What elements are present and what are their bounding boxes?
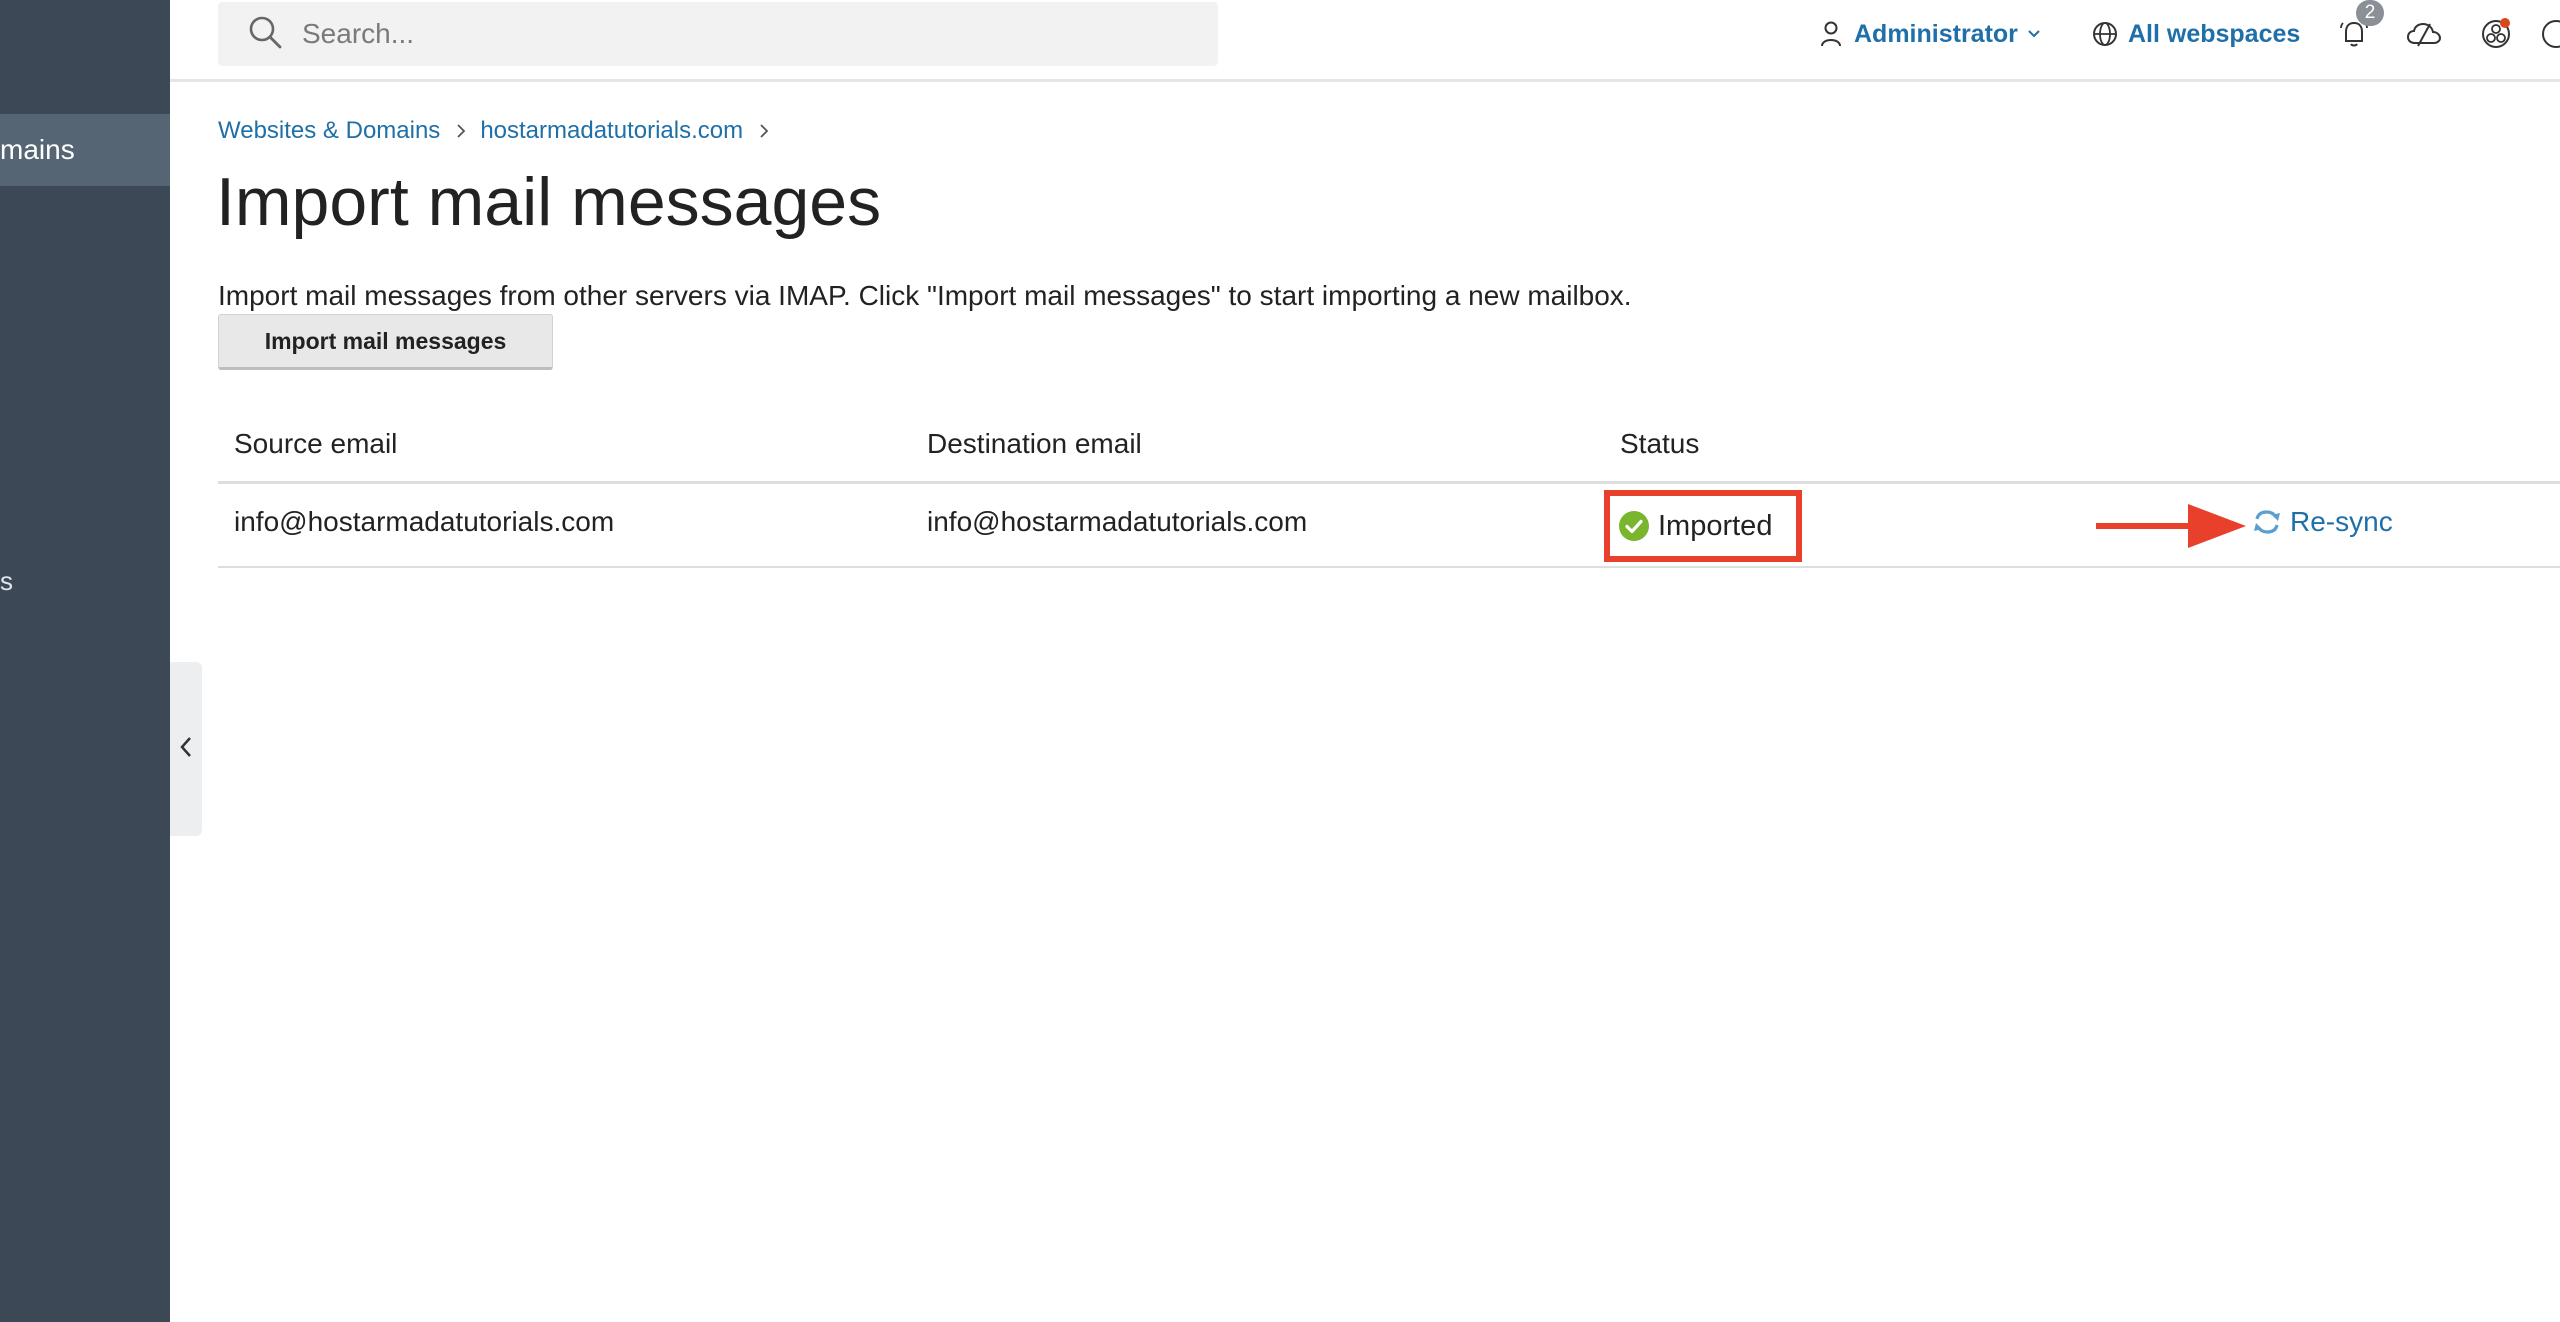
column-header-source[interactable]: Source email xyxy=(234,428,397,460)
sidebar-item-websites-domains[interactable]: mains xyxy=(0,114,170,186)
breadcrumb-link-websites-domains[interactable]: Websites & Domains xyxy=(218,117,440,145)
user-menu-label: Administrator xyxy=(1854,19,2018,48)
sidebar: mains s xyxy=(0,0,170,1322)
webspaces-label: All webspaces xyxy=(2128,19,2301,48)
page-title: Import mail messages xyxy=(216,164,882,240)
cloud-button[interactable] xyxy=(2404,14,2444,54)
user-menu[interactable]: Administrator xyxy=(1820,16,2040,52)
notifications-button[interactable]: 2 xyxy=(2334,0,2384,54)
table-row: info@hostarmadatutorials.com info@hostar… xyxy=(218,484,2560,568)
import-mail-messages-button[interactable]: Import mail messages xyxy=(218,314,553,370)
notifications-count-badge: 2 xyxy=(2356,0,2384,26)
search-icon xyxy=(248,15,282,54)
import-table: Source email Destination email Status in… xyxy=(218,408,2560,568)
help-button[interactable] xyxy=(2540,14,2560,54)
breadcrumb: Websites & Domains hostarmadatutorials.c… xyxy=(218,114,783,148)
help-icon xyxy=(2540,18,2560,50)
webspaces-switcher[interactable]: All webspaces xyxy=(2092,16,2300,52)
top-header: Administrator All webspaces 2 xyxy=(170,0,2560,82)
extensions-icon xyxy=(2480,18,2512,50)
resync-label: Re-sync xyxy=(2290,506,2393,537)
chevron-left-icon xyxy=(179,736,193,763)
column-header-destination[interactable]: Destination email xyxy=(927,428,1142,460)
extensions-button[interactable] xyxy=(2476,14,2516,54)
user-icon xyxy=(1820,21,1842,47)
status-cell-highlight: Imported xyxy=(1604,490,1802,562)
table-header-row: Source email Destination email Status xyxy=(218,408,2560,484)
sync-icon xyxy=(2252,507,2282,537)
annotation-arrow xyxy=(2096,498,2246,554)
extensions-alert-dot xyxy=(2500,18,2510,28)
page-description: Import mail messages from other servers … xyxy=(218,280,1632,311)
sidebar-item-partial[interactable]: s xyxy=(0,564,13,598)
source-email-cell: info@hostarmadatutorials.com xyxy=(234,506,615,537)
search-box[interactable] xyxy=(218,2,1218,66)
chevron-down-icon xyxy=(2028,30,2040,38)
destination-email-cell: info@hostarmadatutorials.com xyxy=(927,506,1308,537)
resync-link[interactable]: Re-sync xyxy=(2252,506,2393,538)
status-label: Imported xyxy=(1658,509,1773,542)
breadcrumb-link-domain[interactable]: hostarmadatutorials.com xyxy=(480,117,743,145)
chevron-right-icon xyxy=(456,123,466,139)
chevron-right-icon xyxy=(759,123,769,139)
cloud-icon xyxy=(2406,20,2442,48)
sidebar-item-label: s xyxy=(0,566,13,596)
globe-icon xyxy=(2092,21,2118,47)
check-circle-icon xyxy=(1618,510,1650,542)
column-header-status[interactable]: Status xyxy=(1620,428,1699,460)
sidebar-collapse-button[interactable] xyxy=(170,662,202,836)
search-input[interactable] xyxy=(300,17,1180,51)
sidebar-item-label: mains xyxy=(0,134,75,165)
